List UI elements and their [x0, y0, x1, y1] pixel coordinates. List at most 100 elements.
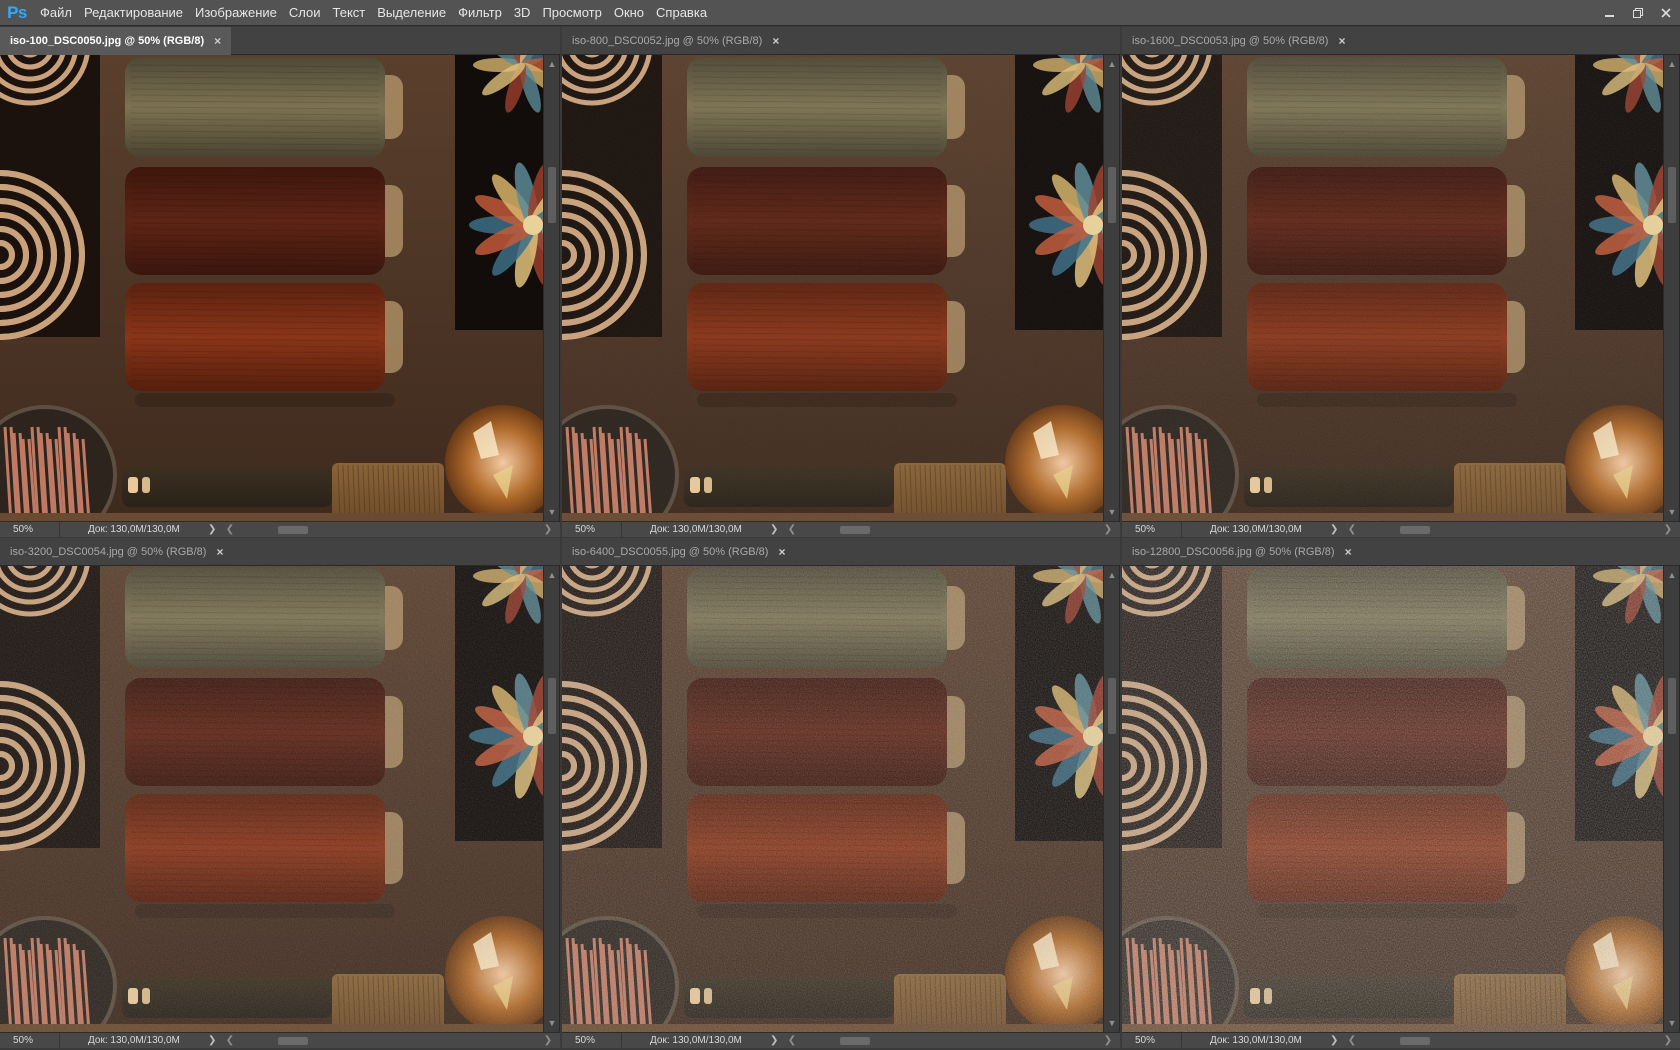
scroll-right-icon[interactable]: ❯ — [542, 1033, 554, 1049]
horizontal-scroll-thumb[interactable] — [840, 525, 870, 534]
status-menu-arrow-icon[interactable]: ❯ — [1330, 524, 1344, 535]
vertical-scroll-thumb[interactable] — [548, 167, 556, 223]
scroll-right-icon[interactable]: ❯ — [1662, 1033, 1674, 1049]
document-tab[interactable]: iso-12800_DSC0056.jpg @ 50% (RGB/8) × — [1122, 538, 1362, 566]
scroll-down-icon[interactable]: ▼ — [544, 1016, 560, 1030]
scroll-left-icon[interactable]: ❮ — [786, 1033, 798, 1049]
zoom-level-field[interactable]: 50% — [0, 521, 60, 538]
document-window[interactable]: iso-6400_DSC0055.jpg @ 50% (RGB/8) × ▲ ▼ 50%… — [562, 538, 1120, 1049]
menu-help[interactable]: Справка — [650, 0, 713, 26]
vertical-scrollbar[interactable]: ▲ ▼ — [1103, 566, 1119, 1032]
scroll-down-icon[interactable]: ▼ — [1664, 1016, 1680, 1030]
scroll-up-icon[interactable]: ▲ — [1664, 57, 1680, 71]
horizontal-scrollbar[interactable]: ❮ ❯ — [222, 522, 560, 538]
horizontal-scroll-thumb[interactable] — [1400, 525, 1430, 534]
horizontal-scrollbar[interactable]: ❮ ❯ — [784, 522, 1120, 538]
horizontal-scrollbar[interactable]: ❮ ❯ — [1344, 1033, 1680, 1049]
scroll-down-icon[interactable]: ▼ — [1664, 505, 1680, 519]
scroll-left-icon[interactable]: ❮ — [224, 1033, 236, 1049]
document-tab[interactable]: iso-1600_DSC0053.jpg @ 50% (RGB/8) × — [1122, 27, 1355, 55]
vertical-scroll-thumb[interactable] — [1668, 678, 1676, 734]
vertical-scrollbar[interactable]: ▲ ▼ — [1663, 566, 1679, 1032]
vertical-scrollbar[interactable]: ▲ ▼ — [543, 566, 559, 1032]
scroll-right-icon[interactable]: ❯ — [1102, 1033, 1114, 1049]
document-tab[interactable]: iso-6400_DSC0055.jpg @ 50% (RGB/8) × — [562, 538, 795, 566]
document-tab-bar: iso-1600_DSC0053.jpg @ 50% (RGB/8) × — [1122, 27, 1680, 55]
restore-icon[interactable] — [1624, 0, 1652, 26]
scroll-down-icon[interactable]: ▼ — [1104, 505, 1120, 519]
vertical-scrollbar[interactable]: ▲ ▼ — [543, 55, 559, 521]
zoom-level-field[interactable]: 50% — [0, 1032, 60, 1049]
vertical-scroll-thumb[interactable] — [1108, 678, 1116, 734]
image-canvas[interactable] — [1122, 566, 1663, 1032]
tab-close-icon[interactable]: × — [1338, 34, 1345, 48]
menu-3d[interactable]: 3D — [508, 0, 537, 26]
menu-filter[interactable]: Фильтр — [452, 0, 508, 26]
scroll-up-icon[interactable]: ▲ — [544, 568, 560, 582]
scroll-down-icon[interactable]: ▼ — [544, 505, 560, 519]
menu-image[interactable]: Изображение — [189, 0, 283, 26]
menu-layers[interactable]: Слои — [283, 0, 327, 26]
scroll-right-icon[interactable]: ❯ — [1102, 522, 1114, 538]
vertical-scroll-thumb[interactable] — [1668, 167, 1676, 223]
horizontal-scroll-thumb[interactable] — [840, 1036, 870, 1045]
zoom-level-field[interactable]: 50% — [1122, 1032, 1182, 1049]
image-canvas[interactable] — [1122, 55, 1663, 521]
scroll-down-icon[interactable]: ▼ — [1104, 1016, 1120, 1030]
document-window[interactable]: iso-12800_DSC0056.jpg @ 50% (RGB/8) × ▲ ▼ 50… — [1122, 538, 1680, 1049]
horizontal-scrollbar[interactable]: ❮ ❯ — [1344, 522, 1680, 538]
document-window[interactable]: iso-800_DSC0052.jpg @ 50% (RGB/8) × ▲ ▼ 50% Д… — [562, 27, 1120, 538]
scroll-right-icon[interactable]: ❯ — [542, 522, 554, 538]
tab-close-icon[interactable]: × — [214, 34, 221, 48]
horizontal-scrollbar[interactable]: ❮ ❯ — [222, 1033, 560, 1049]
document-window[interactable]: iso-3200_DSC0054.jpg @ 50% (RGB/8) × ▲ ▼ 50%… — [0, 538, 560, 1049]
status-menu-arrow-icon[interactable]: ❯ — [1330, 1035, 1344, 1046]
horizontal-scroll-thumb[interactable] — [278, 1036, 308, 1045]
menu-select[interactable]: Выделение — [371, 0, 452, 26]
document-window[interactable]: iso-1600_DSC0053.jpg @ 50% (RGB/8) × ▲ ▼ 50%… — [1122, 27, 1680, 538]
status-menu-arrow-icon[interactable]: ❯ — [208, 1035, 222, 1046]
scroll-left-icon[interactable]: ❮ — [1346, 522, 1358, 538]
horizontal-scrollbar[interactable]: ❮ ❯ — [784, 1033, 1120, 1049]
scroll-left-icon[interactable]: ❮ — [224, 522, 236, 538]
document-tab[interactable]: iso-3200_DSC0054.jpg @ 50% (RGB/8) × — [0, 538, 233, 566]
image-canvas[interactable] — [562, 566, 1103, 1032]
image-canvas[interactable] — [0, 55, 543, 521]
scroll-up-icon[interactable]: ▲ — [1664, 568, 1680, 582]
document-window[interactable]: iso-100_DSC0050.jpg @ 50% (RGB/8) × ▲ ▼ 50% Д… — [0, 27, 560, 538]
horizontal-scroll-thumb[interactable] — [1400, 1036, 1430, 1045]
tab-close-icon[interactable]: × — [778, 545, 785, 559]
vertical-scroll-thumb[interactable] — [548, 678, 556, 734]
zoom-level-field[interactable]: 50% — [562, 521, 622, 538]
scroll-up-icon[interactable]: ▲ — [1104, 568, 1120, 582]
scroll-left-icon[interactable]: ❮ — [1346, 1033, 1358, 1049]
zoom-level-field[interactable]: 50% — [562, 1032, 622, 1049]
image-canvas[interactable] — [0, 566, 543, 1032]
status-menu-arrow-icon[interactable]: ❯ — [208, 524, 222, 535]
minimize-icon[interactable] — [1596, 0, 1624, 26]
zoom-level-field[interactable]: 50% — [1122, 521, 1182, 538]
scroll-left-icon[interactable]: ❮ — [786, 522, 798, 538]
menu-edit[interactable]: Редактирование — [78, 0, 189, 26]
document-tab[interactable]: iso-100_DSC0050.jpg @ 50% (RGB/8) × — [0, 27, 232, 55]
document-tab[interactable]: iso-800_DSC0052.jpg @ 50% (RGB/8) × — [562, 27, 789, 55]
menu-type[interactable]: Текст — [327, 0, 372, 26]
horizontal-scroll-thumb[interactable] — [278, 525, 308, 534]
scroll-up-icon[interactable]: ▲ — [1104, 57, 1120, 71]
tab-close-icon[interactable]: × — [1345, 545, 1352, 559]
scroll-right-icon[interactable]: ❯ — [1662, 522, 1674, 538]
tab-close-icon[interactable]: × — [216, 545, 223, 559]
status-menu-arrow-icon[interactable]: ❯ — [770, 1035, 784, 1046]
vertical-scroll-thumb[interactable] — [1108, 167, 1116, 223]
vertical-scrollbar[interactable]: ▲ ▼ — [1663, 55, 1679, 521]
menu-file[interactable]: Файл — [34, 0, 78, 26]
status-menu-arrow-icon[interactable]: ❯ — [770, 524, 784, 535]
menu-window[interactable]: Окно — [608, 0, 650, 26]
image-canvas[interactable] — [562, 55, 1103, 521]
vertical-scrollbar[interactable]: ▲ ▼ — [1103, 55, 1119, 521]
photoshop-logo: Ps — [7, 2, 27, 22]
scroll-up-icon[interactable]: ▲ — [544, 57, 560, 71]
tab-close-icon[interactable]: × — [772, 34, 779, 48]
close-icon[interactable] — [1652, 0, 1680, 26]
menu-view[interactable]: Просмотр — [536, 0, 607, 26]
